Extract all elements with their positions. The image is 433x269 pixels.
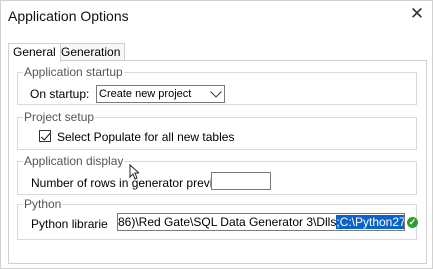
on-startup-label: On startup:	[30, 87, 90, 101]
group-application-startup: Application startup On startup: Create n…	[17, 65, 417, 105]
check-circle-icon: ✓	[407, 217, 418, 228]
python-path-selected-text: ;C:\Python27\Lib	[336, 215, 404, 229]
populate-checkbox-label: Select Populate for all new tables	[57, 130, 235, 144]
python-libraries-input[interactable]: 86)\Red Gate\SQL Data Generator 3\Dlls;C…	[117, 213, 405, 231]
mouse-pointer-icon	[129, 164, 139, 180]
group-legend: Application display	[23, 154, 125, 168]
application-options-dialog: Application Options ✕ General Generation…	[0, 0, 433, 269]
group-project-setup: Project setup Select Populate for all ne…	[17, 110, 417, 150]
group-legend: Application startup	[23, 65, 124, 79]
group-legend: Project setup	[23, 110, 96, 124]
on-startup-select[interactable]: Create new project	[96, 85, 225, 103]
tab-general[interactable]: General	[8, 43, 61, 62]
preview-rows-input[interactable]	[211, 172, 271, 190]
checkmark-icon	[40, 130, 51, 141]
group-application-display: Application display Number of rows in ge…	[17, 154, 417, 195]
on-startup-select-value: Create new project	[99, 88, 192, 100]
group-python: Python Python librarie 86)\Red Gate\SQL …	[17, 197, 418, 240]
close-icon[interactable]: ✕	[408, 5, 426, 23]
general-panel: Application startup On startup: Create n…	[8, 60, 427, 264]
chevron-down-icon	[210, 86, 222, 98]
python-path-text: 86)\Red Gate\SQL Data Generator 3\Dlls	[118, 215, 337, 229]
title-bar: Application Options ✕	[1, 1, 432, 31]
group-legend: Python	[23, 197, 63, 211]
python-libraries-row: 86)\Red Gate\SQL Data Generator 3\Dlls;C…	[18, 213, 418, 233]
tab-generation[interactable]: Generation	[56, 43, 126, 61]
populate-checkbox[interactable]	[39, 130, 51, 142]
dialog-title: Application Options	[8, 8, 129, 24]
